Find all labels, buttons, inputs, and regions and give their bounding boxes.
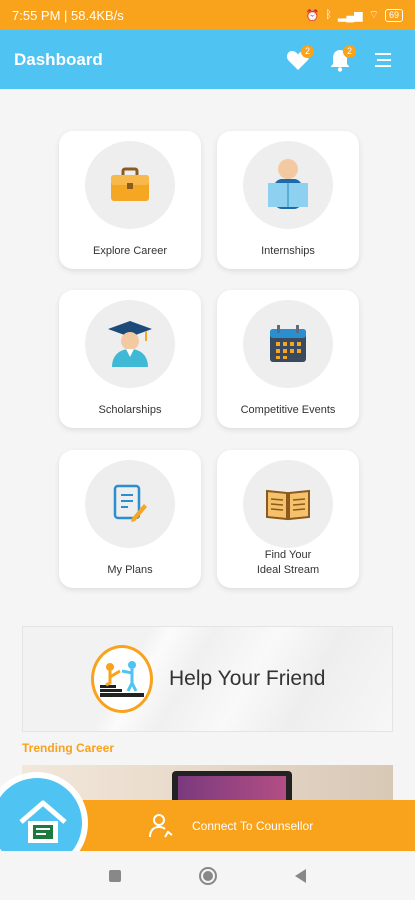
menu-icon xyxy=(375,52,391,67)
card-label: Internships xyxy=(261,245,315,257)
signal-icon: ▂▄▆ xyxy=(337,9,363,22)
trending-title: Trending Career xyxy=(22,741,115,755)
home-icon xyxy=(19,800,67,843)
back-button[interactable] xyxy=(295,868,306,883)
card-icon-circle xyxy=(85,460,175,548)
card-my-plans[interactable]: My Plans xyxy=(59,450,201,588)
document-edit-icon xyxy=(113,484,147,522)
menu-button[interactable] xyxy=(363,41,401,79)
card-label-text: My Plans xyxy=(107,564,153,576)
notifications-badge: 2 xyxy=(343,44,356,58)
card-icon-circle xyxy=(243,300,333,388)
banner-text: Help Your Friend xyxy=(169,667,326,690)
status-icons: ⏰ ᛒ ▂▄▆ ⌔ 69 xyxy=(306,8,403,22)
open-book-icon xyxy=(266,489,310,521)
page-title: Dashboard xyxy=(14,49,103,69)
card-icon-circle xyxy=(85,141,175,229)
card-internships[interactable]: Internships xyxy=(217,131,359,269)
battery-icon: 69 xyxy=(384,8,403,22)
helping-hand-icon xyxy=(91,645,153,713)
counsellor-icon xyxy=(149,813,173,838)
card-label-line2: Ideal Stream xyxy=(256,564,320,576)
card-scholarships[interactable]: Scholarships xyxy=(59,290,201,428)
alarm-icon: ⏰ xyxy=(305,9,320,22)
card-label-line1: Find Your xyxy=(264,549,312,561)
card-label: Explore Career xyxy=(93,245,167,257)
favorites-badge: 2 xyxy=(301,44,314,58)
counsellor-label: Connect To Counsellor xyxy=(192,818,314,833)
card-icon-circle xyxy=(243,460,333,548)
connect-counsellor-button[interactable]: Connect To Counsellor xyxy=(148,800,313,851)
card-label: My Plans xyxy=(59,563,201,578)
calendar-icon xyxy=(270,325,306,362)
favorites-button[interactable]: 2 xyxy=(279,41,317,79)
home-nav-button[interactable] xyxy=(199,866,217,885)
help-friend-banner[interactable]: Help Your Friend xyxy=(22,626,393,732)
app-bar: Dashboard 2 2 xyxy=(0,30,415,89)
card-explore-career[interactable]: Explore Career xyxy=(59,131,201,269)
card-icon-circle xyxy=(243,141,333,229)
graduate-icon xyxy=(108,321,152,367)
card-competitive-events[interactable]: Competitive Events xyxy=(217,290,359,428)
reading-person-icon xyxy=(268,159,308,209)
bluetooth-icon: ᛒ xyxy=(325,9,332,21)
card-label: Scholarships xyxy=(98,404,162,416)
status-bar: 7:55 PM | 58.4KB/s ⏰ ᛒ ▂▄▆ ⌔ 69 xyxy=(0,0,415,30)
recents-button[interactable] xyxy=(109,869,121,882)
card-label: Competitive Events xyxy=(240,404,336,416)
briefcase-icon xyxy=(111,167,149,201)
status-time: 7:55 PM | 58.4KB/s xyxy=(12,7,124,23)
wifi-icon: ⌔ xyxy=(368,9,379,21)
notifications-button[interactable]: 2 xyxy=(321,41,359,79)
card-find-ideal-stream[interactable]: Find Your Ideal Stream xyxy=(217,450,359,588)
card-label: Find Your Ideal Stream xyxy=(217,548,359,578)
card-icon-circle xyxy=(85,300,175,388)
system-nav-bar xyxy=(0,851,415,900)
